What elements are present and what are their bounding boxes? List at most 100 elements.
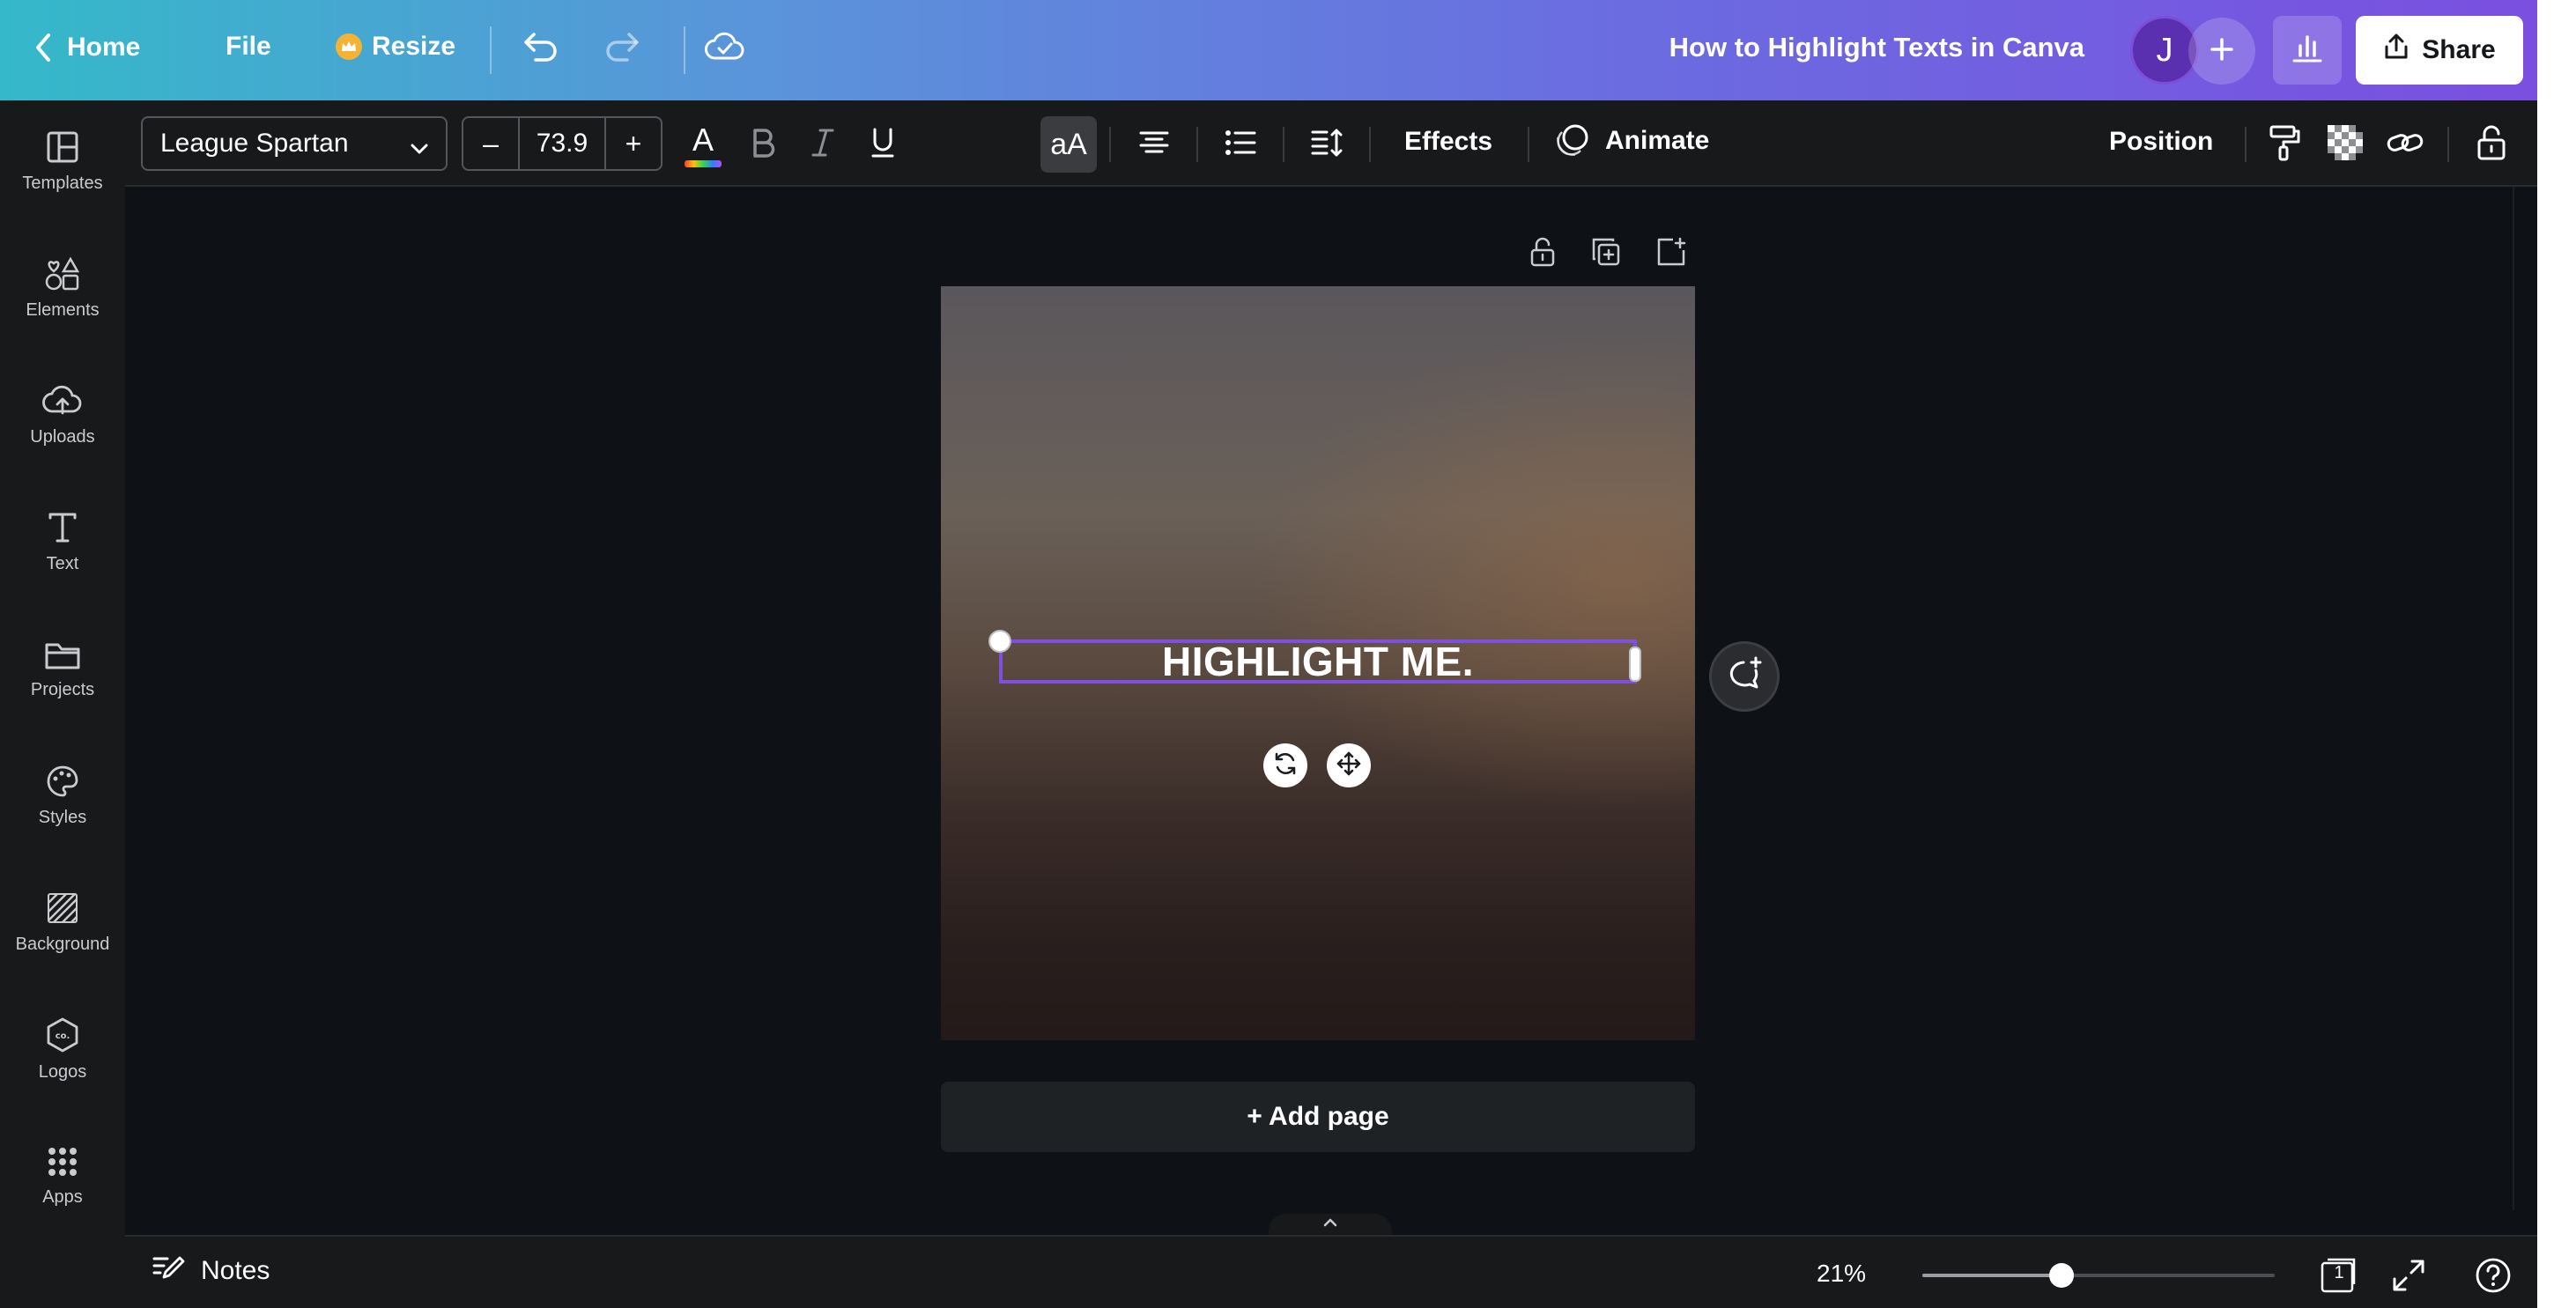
redo-icon: [603, 30, 641, 65]
zoom-percentage[interactable]: 21%: [1817, 1260, 1866, 1288]
align-center-button[interactable]: [1131, 122, 1177, 167]
logo-hexagon-icon: co.: [44, 1016, 81, 1053]
list-button[interactable]: [1218, 122, 1263, 167]
spacing-button[interactable]: [1304, 122, 1350, 167]
home-button[interactable]: Home: [33, 32, 140, 63]
share-button[interactable]: Share: [2356, 16, 2523, 85]
zoom-slider-fill: [1922, 1274, 2062, 1277]
analytics-button[interactable]: [2273, 16, 2342, 85]
zoom-slider-handle[interactable]: [2049, 1263, 2075, 1288]
rotate-icon: [1272, 750, 1299, 781]
sidebar-item-label: Templates: [22, 173, 103, 193]
link-icon: [2386, 129, 2424, 161]
document-title[interactable]: How to Highlight Texts in Canva: [1669, 32, 2084, 63]
lock-page-button[interactable]: [1529, 236, 1557, 272]
rotate-button[interactable]: [1263, 743, 1307, 787]
show-pages-toggle[interactable]: [1269, 1214, 1392, 1235]
sidebar-item-label: Text: [46, 553, 79, 573]
sidebar-item-projects[interactable]: Projects: [0, 616, 125, 721]
add-new-page-button[interactable]: [1655, 236, 1687, 272]
left-sidebar: Templates Elements Uploads Text Projects: [0, 100, 125, 1308]
resize-handle-side[interactable]: [1629, 647, 1641, 682]
move-arrows-icon: [1336, 750, 1362, 781]
effects-button[interactable]: Effects: [1369, 127, 1528, 157]
help-question-icon: [2474, 1258, 2513, 1298]
text-format-toolbar: League Spartan – 73.9 + A aA Effects Ani…: [125, 100, 2537, 187]
lock-button[interactable]: [2469, 122, 2514, 167]
notes-pencil-icon: [152, 1254, 185, 1288]
sidebar-item-elements[interactable]: Elements: [0, 235, 125, 341]
svg-text:co.: co.: [56, 1031, 70, 1041]
underline-icon: [869, 126, 897, 164]
notes-button[interactable]: Notes: [152, 1254, 270, 1288]
sidebar-item-logos[interactable]: co. Logos: [0, 996, 125, 1102]
link-button[interactable]: [2382, 122, 2428, 167]
position-button[interactable]: Position: [2109, 127, 2213, 157]
toolbar-divider: [1109, 127, 1111, 162]
cloud-check-icon: [705, 32, 745, 63]
increase-font-size-button[interactable]: +: [606, 118, 661, 169]
design-page[interactable]: HIGHLIGHT ME.: [941, 286, 1695, 1040]
home-label: Home: [67, 33, 141, 62]
font-family-value: League Spartan: [160, 129, 349, 158]
elements-icon: [43, 255, 82, 292]
sidebar-item-background[interactable]: Background: [0, 869, 125, 975]
text-t-icon: [45, 510, 80, 545]
move-button[interactable]: [1327, 743, 1371, 787]
undo-icon: [522, 30, 560, 65]
sidebar-item-styles[interactable]: Styles: [0, 743, 125, 848]
add-page-button[interactable]: + Add page: [941, 1082, 1695, 1152]
font-size-input[interactable]: 73.9: [518, 118, 606, 169]
sidebar-item-text[interactable]: Text: [0, 489, 125, 595]
sidebar-item-templates[interactable]: Templates: [0, 108, 125, 214]
underline-button[interactable]: [860, 122, 906, 167]
duplicate-page-button[interactable]: [1590, 236, 1622, 272]
transparency-button[interactable]: [2322, 122, 2368, 167]
animate-button[interactable]: Animate: [1552, 122, 1709, 160]
avatar-initial: J: [2156, 31, 2173, 69]
font-family-dropdown[interactable]: League Spartan: [141, 116, 448, 171]
add-comment-button[interactable]: [1709, 641, 1780, 712]
share-label: Share: [2422, 35, 2496, 64]
palette-icon: [45, 764, 80, 799]
transparency-checker-icon: [2328, 124, 2363, 165]
add-collaborator-button[interactable]: [2188, 18, 2255, 85]
file-menu-button[interactable]: File: [226, 32, 271, 62]
save-status-button[interactable]: [705, 32, 745, 63]
italic-icon: [810, 127, 836, 163]
resize-handle-corner[interactable]: [988, 630, 1011, 653]
chevron-down-icon: [409, 136, 430, 166]
animate-label: Animate: [1605, 126, 1710, 155]
folder-icon: [43, 638, 82, 671]
comment-add-icon: [1724, 655, 1765, 698]
zoom-slider[interactable]: [1922, 1263, 2275, 1288]
page-count: 1: [2334, 1263, 2344, 1282]
resize-button[interactable]: Resize: [335, 32, 455, 62]
sidebar-item-label: Background: [15, 934, 110, 954]
background-hatch-icon: [45, 890, 80, 926]
sidebar-item-label: Logos: [38, 1061, 87, 1082]
toolbar-divider: [2245, 127, 2247, 162]
bottom-bar: Notes 21% 1: [125, 1235, 2537, 1308]
sidebar-item-uploads[interactable]: Uploads: [0, 362, 125, 468]
selected-text-element[interactable]: HIGHLIGHT ME.: [999, 639, 1637, 684]
italic-button[interactable]: [800, 122, 846, 167]
file-label: File: [226, 32, 271, 61]
sidebar-item-label: Styles: [38, 807, 87, 827]
undo-button[interactable]: [522, 30, 560, 65]
sidebar-item-apps[interactable]: Apps: [0, 1123, 125, 1229]
toolbar-divider: [1196, 127, 1198, 162]
letter-case-button[interactable]: aA: [1040, 116, 1097, 173]
fullscreen-button[interactable]: [2389, 1256, 2428, 1295]
toolbar-divider: [2447, 127, 2449, 162]
text-color-button[interactable]: A: [680, 122, 726, 167]
resize-label: Resize: [372, 32, 456, 61]
redo-button[interactable]: [603, 30, 641, 65]
notes-label: Notes: [201, 1256, 270, 1285]
vertical-scrollbar[interactable]: [2513, 187, 2537, 1210]
decrease-font-size-button[interactable]: –: [463, 118, 518, 169]
help-button[interactable]: [2474, 1256, 2513, 1295]
bar-chart-icon: [2291, 33, 2323, 68]
bold-button[interactable]: [740, 122, 786, 167]
copy-style-button[interactable]: [2262, 122, 2308, 167]
